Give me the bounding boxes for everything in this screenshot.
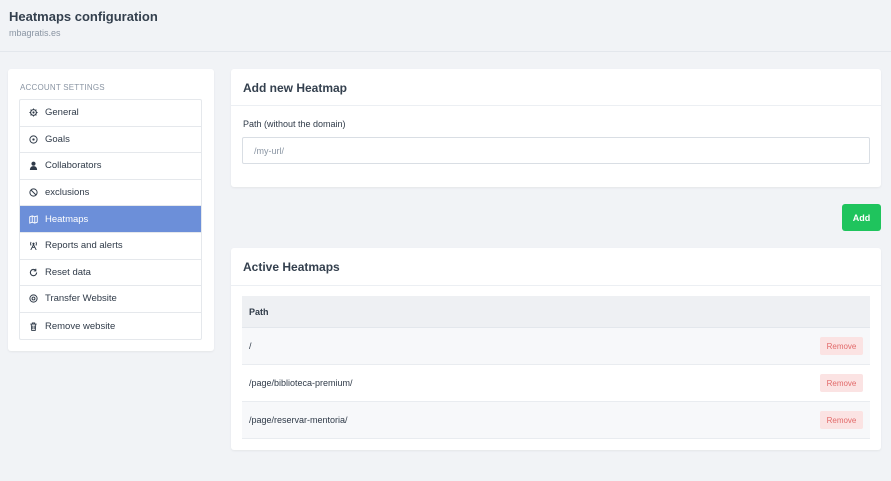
remove-button[interactable]: Remove [820,411,863,429]
sidebar-item-reports[interactable]: Reports and alerts [20,233,201,260]
sidebar-list: General Goals Collaborators exclusions H… [19,99,202,341]
sidebar-item-label: Heatmaps [45,213,89,225]
table-row: /page/reservar-mentoria/ Remove [242,402,870,439]
page-title: Heatmaps configuration [9,9,158,24]
table-header-path: Path [242,296,870,328]
add-heatmap-card: Add new Heatmap Path (without the domain… [231,69,881,187]
add-button[interactable]: Add [842,204,881,231]
sidebar: ACCOUNT SETTINGS General Goals Collabora… [8,69,214,351]
trash-icon [28,321,38,331]
sidebar-item-label: exclusions [45,187,90,199]
refresh-icon [28,267,38,277]
sidebar-item-collaborators[interactable]: Collaborators [20,153,201,180]
active-heatmaps-title: Active Heatmaps [243,260,340,274]
sidebar-item-transfer-website[interactable]: Transfer Website [20,286,201,313]
row-path: /page/reservar-mentoria/ [249,415,348,425]
card-divider [231,285,881,286]
sidebar-item-label: Transfer Website [45,293,117,305]
remove-button[interactable]: Remove [820,337,863,355]
sidebar-item-reset-data[interactable]: Reset data [20,260,201,287]
gear-icon [28,108,38,118]
page-subtitle: mbagratis.es [9,28,61,38]
transfer-icon [28,294,38,304]
row-path: /page/biblioteca-premium/ [249,378,353,388]
sidebar-item-general[interactable]: General [20,100,201,127]
ban-icon [28,188,38,198]
target-icon [28,134,38,144]
sidebar-item-remove-website[interactable]: Remove website [20,313,201,340]
map-icon [28,214,38,224]
row-path: / [249,341,252,351]
path-field-label: Path (without the domain) [243,119,346,129]
sidebar-item-label: Goals [45,133,70,145]
path-input[interactable] [242,137,870,164]
sidebar-item-heatmaps[interactable]: Heatmaps [20,206,201,233]
sidebar-item-goals[interactable]: Goals [20,127,201,154]
sidebar-item-exclusions[interactable]: exclusions [20,180,201,207]
card-divider [231,105,881,106]
sidebar-item-label: General [45,107,79,119]
sidebar-item-label: Reports and alerts [45,240,123,252]
broadcast-icon [28,241,38,251]
remove-button[interactable]: Remove [820,374,863,392]
table-row: / Remove [242,328,870,365]
sidebar-item-label: Remove website [45,320,116,332]
heatmaps-table: Path / Remove /page/biblioteca-premium/ … [242,296,870,439]
sidebar-heading: ACCOUNT SETTINGS [20,83,105,92]
table-row: /page/biblioteca-premium/ Remove [242,365,870,402]
active-heatmaps-card: Active Heatmaps Path / Remove /page/bibl… [231,248,881,450]
sidebar-item-label: Reset data [45,266,91,278]
sidebar-item-label: Collaborators [45,160,102,172]
add-heatmap-title: Add new Heatmap [243,81,348,95]
user-icon [28,161,38,171]
page-header: Heatmaps configuration mbagratis.es [0,0,891,52]
